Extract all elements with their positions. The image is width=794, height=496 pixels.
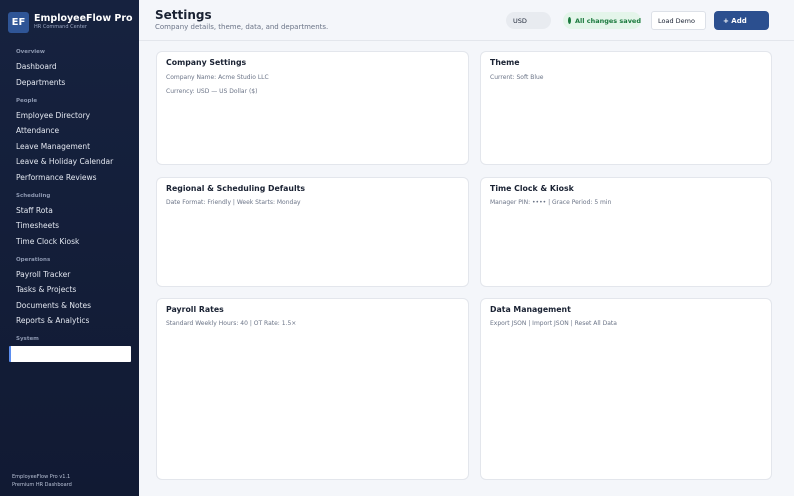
section-title-scheduling: Scheduling (16, 193, 51, 199)
time-clock-settings-text: Manager PIN: •••• | Grace Period: 5 min (490, 199, 612, 206)
add-button[interactable]: + Add (714, 11, 769, 30)
card-regional-defaults: Regional & Scheduling Defaults Date Form… (156, 177, 469, 287)
sidebar-item-staff-rota[interactable]: Staff Rota (16, 206, 53, 215)
header-divider (139, 40, 794, 41)
currency-text: Currency: USD — US Dollar ($) (166, 88, 258, 95)
currency-select[interactable]: USD (506, 12, 551, 29)
card-theme: Theme Current: Soft Blue (480, 51, 772, 165)
sidebar-item-tasks-projects[interactable]: Tasks & Projects (16, 285, 76, 294)
sidebar-item-performance-reviews[interactable]: Performance Reviews (16, 173, 97, 182)
load-demo-button[interactable]: Load Demo (651, 11, 706, 30)
card-company-settings: Company Settings Company Name: Acme Stud… (156, 51, 469, 165)
system-input[interactable] (9, 346, 131, 362)
section-title-overview: Overview (16, 49, 45, 55)
payroll-rates-text: Standard Weekly Hours: 40 | OT Rate: 1.5… (166, 320, 297, 327)
section-title-operations: Operations (16, 257, 51, 263)
app-name: EmployeeFlow Pro (34, 13, 133, 25)
sidebar-item-payroll-tracker[interactable]: Payroll Tracker (16, 270, 70, 279)
card-title: Time Clock & Kiosk (490, 184, 574, 193)
company-name-text: Company Name: Acme Studio LLC (166, 74, 269, 81)
data-management-actions[interactable]: Export JSON | Import JSON | Reset All Da… (490, 320, 617, 327)
card-title: Regional & Scheduling Defaults (166, 184, 306, 193)
page-subtitle: Company details, theme, data, and depart… (155, 23, 329, 31)
sidebar-item-time-clock-kiosk[interactable]: Time Clock Kiosk (16, 237, 79, 246)
sidebar: EF EmployeeFlow Pro HR Command Center Ov… (0, 0, 139, 496)
regional-defaults-text: Date Format: Friendly | Week Starts: Mon… (166, 199, 301, 206)
card-title: Theme (490, 58, 520, 67)
status-dot-icon (568, 17, 571, 24)
page-title: Settings (155, 8, 212, 22)
current-theme-text: Current: Soft Blue (490, 74, 544, 81)
save-status-badge: All changes saved (563, 12, 641, 29)
sidebar-item-documents-notes[interactable]: Documents & Notes (16, 301, 91, 310)
card-title: Company Settings (166, 58, 247, 67)
section-title-people: People (16, 98, 38, 104)
section-title-system: System (16, 336, 39, 342)
footer-version: EmployeeFlow Pro v1.1 (12, 474, 71, 480)
footer-edition: Premium HR Dashboard (12, 482, 72, 488)
app-tagline: HR Command Center (34, 23, 87, 30)
app-logo: EF (8, 11, 29, 33)
card-title: Data Management (490, 305, 571, 314)
card-title: Payroll Rates (166, 305, 224, 314)
card-payroll-rates: Payroll Rates Standard Weekly Hours: 40 … (156, 298, 469, 480)
card-time-clock-kiosk: Time Clock & Kiosk Manager PIN: •••• | G… (480, 177, 772, 287)
sidebar-item-leave-calendar[interactable]: Leave & Holiday Calendar (16, 157, 113, 166)
sidebar-item-employee-directory[interactable]: Employee Directory (16, 111, 90, 120)
sidebar-item-dashboard[interactable]: Dashboard (16, 62, 57, 71)
save-status-text: All changes saved (575, 16, 641, 25)
sidebar-item-reports-analytics[interactable]: Reports & Analytics (16, 316, 89, 325)
card-data-management: Data Management Export JSON | Import JSO… (480, 298, 772, 480)
sidebar-item-timesheets[interactable]: Timesheets (16, 221, 59, 230)
sidebar-item-departments[interactable]: Departments (16, 78, 65, 87)
sidebar-item-leave-management[interactable]: Leave Management (16, 142, 90, 151)
sidebar-item-attendance[interactable]: Attendance (16, 126, 59, 135)
brand[interactable]: EF EmployeeFlow Pro HR Command Center (8, 10, 133, 34)
